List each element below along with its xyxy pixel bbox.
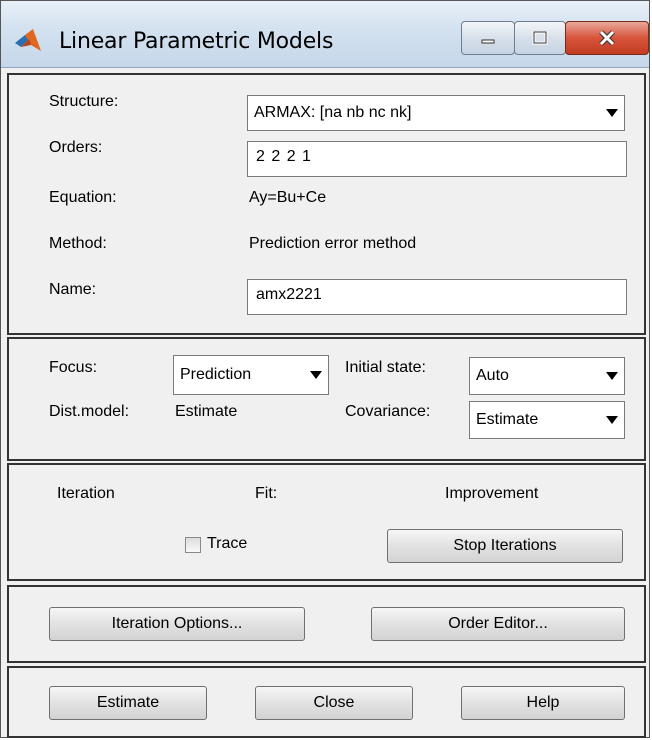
estimate-button[interactable]: Estimate	[49, 686, 207, 720]
dialog-window: Linear Parametric Models Structure: ARMA…	[0, 0, 650, 738]
chevron-down-icon	[606, 109, 618, 117]
order-editor-button[interactable]: Order Editor...	[371, 607, 625, 641]
minimize-icon	[481, 39, 495, 44]
initial-state-label: Initial state:	[345, 359, 426, 376]
covariance-select-value: Estimate	[476, 411, 539, 428]
focus-select[interactable]: Prediction	[173, 355, 329, 395]
window-title: Linear Parametric Models	[59, 29, 334, 54]
matlab-logo-icon	[15, 29, 41, 51]
close-button[interactable]: Close	[255, 686, 413, 720]
title-bar[interactable]: Linear Parametric Models	[1, 1, 649, 68]
minimize-button[interactable]	[461, 21, 515, 55]
improvement-label: Improvement	[445, 485, 539, 502]
orders-input[interactable]: 2 2 2 1	[247, 141, 627, 177]
trace-label: Trace	[207, 535, 248, 552]
iteration-panel: Iteration Fit: Improvement Trace Stop It…	[7, 463, 646, 581]
focus-select-value: Prediction	[180, 366, 252, 383]
covariance-select[interactable]: Estimate	[469, 401, 625, 439]
initial-state-select-value: Auto	[476, 367, 509, 384]
close-icon	[599, 30, 615, 46]
structure-select-value: ARMAX: [na nb nc nk]	[254, 104, 412, 121]
chevron-down-icon	[606, 416, 618, 424]
maximize-button[interactable]	[514, 21, 566, 55]
initial-state-select[interactable]: Auto	[469, 357, 625, 395]
fit-label: Fit:	[255, 485, 278, 502]
editors-panel: Iteration Options... Order Editor...	[7, 585, 646, 663]
focus-label: Focus:	[49, 359, 98, 376]
iteration-label: Iteration	[57, 485, 115, 502]
chevron-down-icon	[310, 371, 322, 379]
estimation-options-panel: Focus: Prediction Initial state: Auto Di…	[7, 337, 646, 461]
method-value: Prediction error method	[249, 235, 417, 252]
structure-label: Structure:	[49, 93, 119, 110]
stop-iterations-button[interactable]: Stop Iterations	[387, 529, 623, 563]
method-label: Method:	[49, 235, 107, 252]
model-structure-panel: Structure: ARMAX: [na nb nc nk] Orders: …	[7, 73, 646, 335]
covariance-label: Covariance:	[345, 403, 431, 420]
actions-panel: Estimate Close Help	[7, 666, 646, 738]
model-name-input[interactable]: amx2221	[247, 279, 627, 315]
structure-select[interactable]: ARMAX: [na nb nc nk]	[247, 95, 625, 131]
orders-label: Orders:	[49, 139, 103, 156]
name-label: Name:	[49, 281, 97, 298]
close-window-button[interactable]	[565, 21, 649, 55]
trace-checkbox[interactable]	[185, 537, 201, 553]
dist-model-label: Dist.model:	[49, 403, 130, 420]
equation-label: Equation:	[49, 189, 117, 206]
help-button[interactable]: Help	[461, 686, 625, 720]
maximize-icon	[532, 31, 548, 45]
equation-value: Ay=Bu+Ce	[249, 189, 327, 206]
chevron-down-icon	[606, 372, 618, 380]
dist-model-value: Estimate	[175, 403, 238, 420]
iteration-options-button[interactable]: Iteration Options...	[49, 607, 305, 641]
